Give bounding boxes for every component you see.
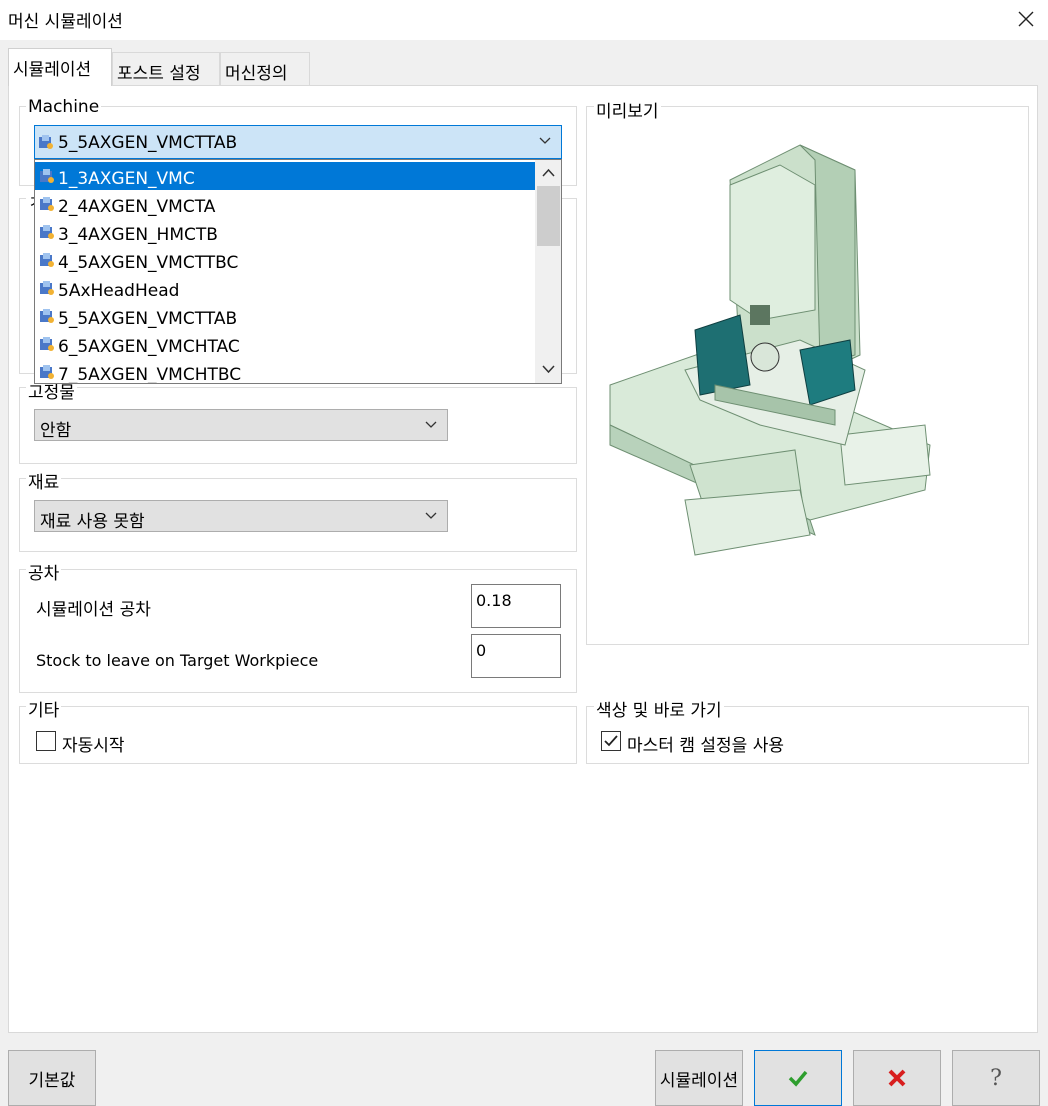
machine-selected-value: 5_5AXGEN_VMCTTAB [58, 133, 238, 153]
sim-tolerance-label: 시뮬레이션 공차 [36, 600, 151, 620]
tab-post-settings[interactable]: 포스트 설정 [112, 52, 220, 85]
chevron-down-icon [539, 137, 551, 144]
misc-legend: 기타 [26, 696, 62, 721]
scroll-up-icon[interactable] [542, 168, 555, 178]
master-settings-checkbox[interactable] [601, 731, 621, 751]
defaults-button[interactable]: 기본값 [8, 1050, 96, 1106]
stock-selected-value: 재료 사용 못함 [40, 512, 145, 532]
machine-icon [39, 336, 55, 352]
dropdown-option-label: 1_3AXGEN_VMC [58, 169, 195, 189]
ok-button[interactable] [754, 1050, 842, 1106]
chevron-down-icon [425, 512, 437, 519]
machine-icon [38, 134, 54, 150]
dropdown-option[interactable]: 4_5AXGEN_VMCTTBC [35, 246, 535, 274]
close-icon [1018, 11, 1034, 27]
dropdown-option[interactable]: 5AxHeadHead [35, 274, 535, 302]
tab-label: 포스트 설정 [117, 64, 201, 84]
help-button[interactable]: ? [952, 1050, 1040, 1106]
machine-preview-image [600, 125, 1012, 565]
stock-legend: 재료 [26, 468, 62, 493]
tab-label: 머신정의 [225, 64, 288, 84]
tolerance-legend: 공차 [26, 559, 62, 584]
dropdown-option-label: 5_5AXGEN_VMCTTAB [58, 309, 238, 329]
preview-legend: 미리보기 [594, 97, 661, 122]
cancel-button[interactable] [853, 1050, 941, 1106]
tab-machine-definition[interactable]: 머신정의 [220, 52, 310, 85]
x-icon [888, 1069, 906, 1087]
tab-simulation[interactable]: 시뮬레이션 [8, 48, 112, 86]
machine-icon [39, 224, 55, 240]
question-icon: ? [990, 1065, 1002, 1091]
dropdown-option[interactable]: 6_5AXGEN_VMCHTAC [35, 330, 535, 358]
dropdown-option[interactable]: 1_3AXGEN_VMC [35, 162, 535, 190]
dropdown-option-label: 3_4AXGEN_HMCTB [58, 225, 218, 245]
dropdown-option-label: 4_5AXGEN_VMCTTBC [58, 253, 239, 273]
scroll-down-icon[interactable] [542, 364, 555, 374]
tab-label: 시뮬레이션 [13, 60, 92, 80]
simulate-button[interactable]: 시뮬레이션 [655, 1050, 743, 1106]
master-settings-label: 마스터 캠 설정을 사용 [627, 736, 784, 756]
title-bar [0, 0, 1048, 40]
stock-to-leave-input[interactable]: 0 [471, 634, 561, 678]
window-title: 머신 시뮬레이션 [8, 12, 123, 32]
color-legend: 색상 및 바로 가기 [594, 696, 724, 721]
dropdown-option-label: 5AxHeadHead [58, 281, 180, 301]
fixture-select[interactable]: 안함 [34, 409, 448, 441]
sim-tolerance-input[interactable]: 0.18 [471, 584, 561, 628]
dropdown-option[interactable]: 3_4AXGEN_HMCTB [35, 218, 535, 246]
dropdown-option[interactable]: 2_4AXGEN_VMCTA [35, 190, 535, 218]
autostart-label: 자동시작 [62, 736, 125, 756]
machine-icon [39, 168, 55, 184]
checkmark-icon [604, 735, 618, 747]
dropdown-option-label: 2_4AXGEN_VMCTA [58, 197, 216, 217]
dropdown-option-label: 7_5AXGEN_VMCHTBC [58, 365, 242, 384]
close-button[interactable] [1006, 2, 1046, 36]
fixture-selected-value: 안함 [40, 421, 72, 441]
machine-icon [39, 308, 55, 324]
autostart-checkbox[interactable] [36, 731, 56, 751]
chevron-down-icon [425, 421, 437, 428]
dropdown-option[interactable]: 5_5AXGEN_VMCTTAB [35, 302, 535, 330]
machine-icon [39, 252, 55, 268]
dropdown-option-label: 6_5AXGEN_VMCHTAC [58, 337, 240, 357]
stock-to-leave-label: Stock to leave on Target Workpiece [36, 651, 319, 670]
dropdown-option[interactable]: 7_5AXGEN_VMCHTBC [35, 358, 535, 384]
check-icon [788, 1070, 808, 1087]
stock-select[interactable]: 재료 사용 못함 [34, 500, 448, 532]
dropdown-scrollbar[interactable] [535, 160, 561, 383]
simulate-button-label: 시뮬레이션 [659, 1070, 739, 1091]
machine-dropdown-list[interactable]: 1_3AXGEN_VMC 2_4AXGEN_VMCTA 3_4AXGEN_HMCTB… [34, 159, 562, 384]
machine-icon [39, 364, 55, 380]
defaults-button-label: 기본값 [28, 1070, 76, 1091]
machine-icon [39, 280, 55, 296]
machine-icon [39, 196, 55, 212]
machine-legend: Machine [26, 97, 102, 117]
scroll-thumb[interactable] [537, 186, 560, 246]
machine-select[interactable]: 5_5AXGEN_VMCTTAB [34, 125, 562, 159]
